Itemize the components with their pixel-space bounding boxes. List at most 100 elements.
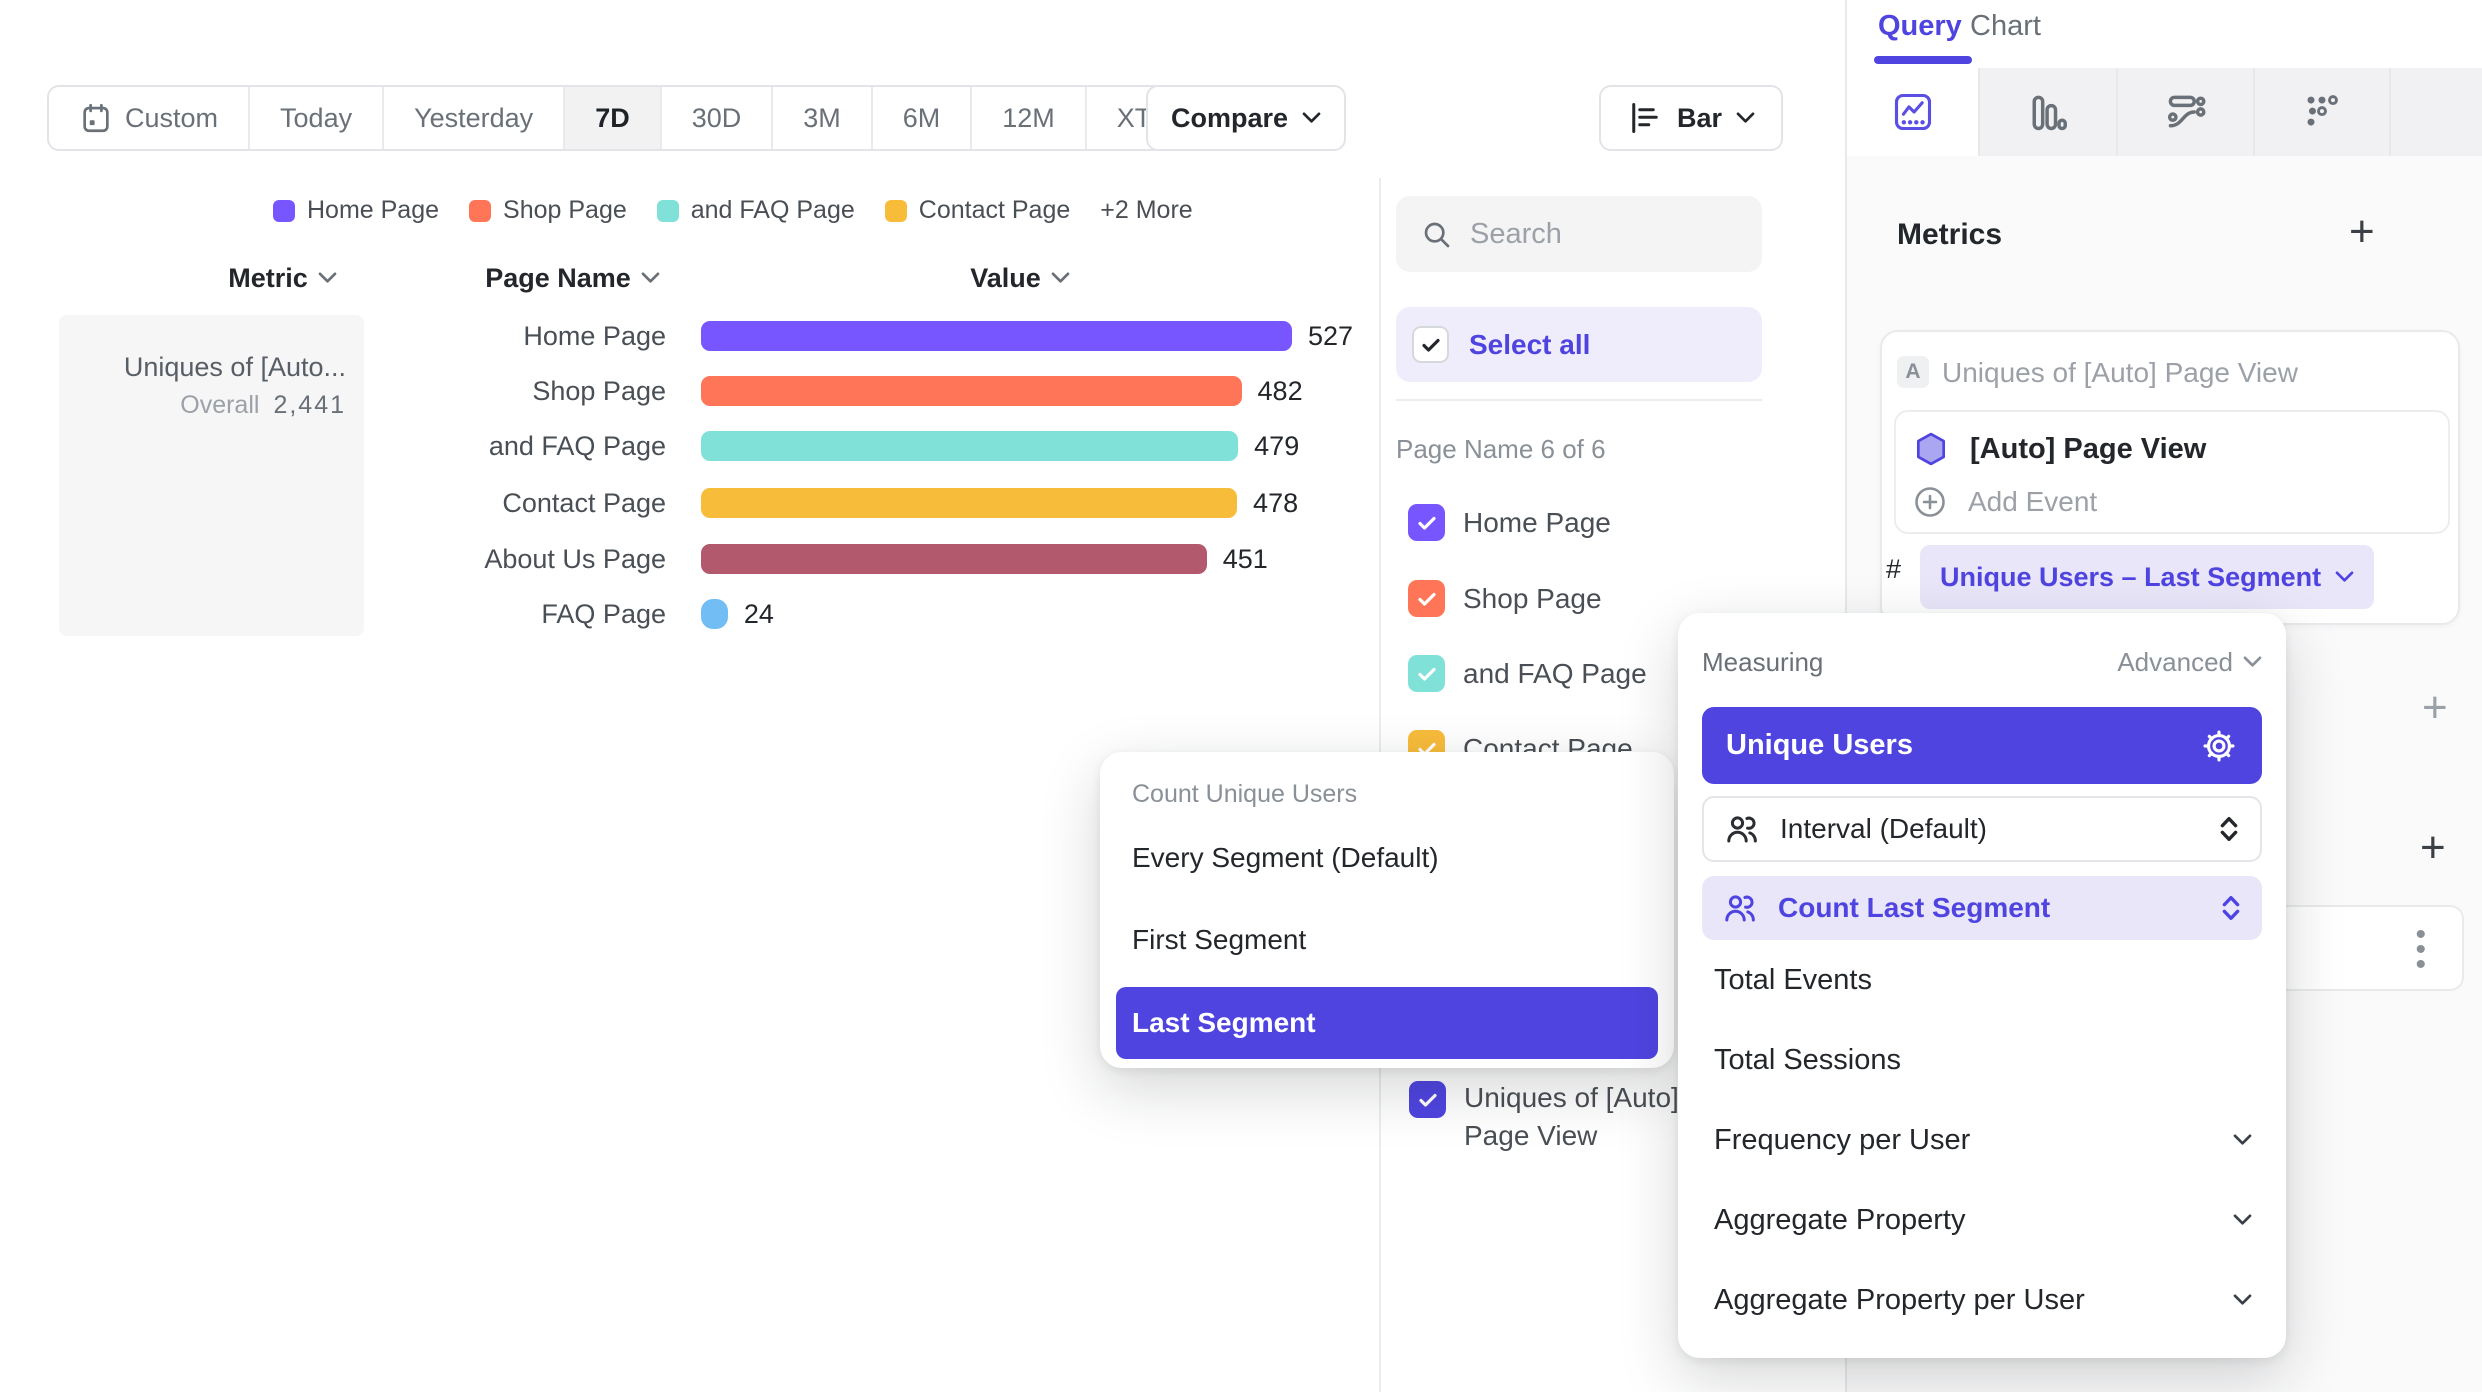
calendar-icon: [79, 101, 113, 135]
gear-icon[interactable]: [2200, 727, 2238, 765]
interval-option-row[interactable]: Interval (Default): [1702, 796, 2262, 862]
column-header-metric[interactable]: Metric: [170, 260, 395, 296]
metric-summary-cell[interactable]: Uniques of [Auto... Overall2,441: [59, 315, 364, 636]
select-all-checkbox[interactable]: Select all: [1396, 307, 1762, 382]
add-metric-button[interactable]: +: [2349, 212, 2375, 252]
measure-option-frequency-per-user[interactable]: Frequency per User: [1702, 1100, 2262, 1180]
aggregation-dropdown[interactable]: Unique Users – Last Segment: [1920, 545, 2374, 609]
chart-type-tab-line[interactable]: [1847, 68, 1978, 156]
flow-chart-icon: [2164, 90, 2208, 134]
advanced-dropdown[interactable]: Advanced: [2117, 647, 2262, 678]
legend-item[interactable]: Shop Page: [469, 196, 627, 225]
chart-type-label: Bar: [1677, 103, 1722, 134]
date-preset-label: 6M: [903, 103, 941, 134]
checkbox-icon: [1409, 1081, 1446, 1118]
measure-option-aggregate-property-per-user[interactable]: Aggregate Property per User: [1702, 1260, 2262, 1340]
column-header-value[interactable]: Value: [910, 260, 1130, 296]
legend-item[interactable]: Contact Page: [885, 196, 1071, 225]
add-filter-button[interactable]: +: [2422, 688, 2448, 728]
date-preset-12m[interactable]: 12M: [972, 87, 1087, 149]
tab-query[interactable]: Query: [1878, 10, 1962, 43]
measure-unique-users-selected[interactable]: Unique Users: [1702, 707, 2262, 784]
filter-item-home-page[interactable]: Home Page: [1408, 504, 1611, 541]
checkbox-icon: [1408, 655, 1445, 692]
tab-chart[interactable]: Chart: [1970, 10, 2041, 43]
circle-plus-icon: [1912, 484, 1948, 520]
measure-option-aggregate-property[interactable]: Aggregate Property: [1702, 1180, 2262, 1260]
chart-type-strip: [1847, 68, 2482, 156]
legend-item[interactable]: Home Page: [273, 196, 439, 225]
column-header-page-name[interactable]: Page Name: [455, 260, 690, 296]
measuring-title: Measuring: [1702, 647, 1823, 678]
chart-type-tab-flow[interactable]: [2116, 68, 2253, 156]
stepper-icon[interactable]: [2220, 893, 2242, 923]
bar-category-label: Home Page: [346, 321, 666, 351]
chevron-down-icon: [1302, 112, 1321, 124]
column-label: Value: [970, 263, 1041, 294]
menu-item-first-segment[interactable]: First Segment: [1116, 905, 1658, 975]
filter-item-uniques-metric[interactable]: Uniques of [Auto] Page View: [1409, 1081, 1724, 1155]
chart-type-tab-retention[interactable]: [2253, 68, 2389, 156]
count-last-segment-row[interactable]: Count Last Segment: [1702, 876, 2262, 940]
menu-item-last-segment[interactable]: Last Segment: [1116, 987, 1658, 1059]
date-preset-yesterday[interactable]: Yesterday: [384, 87, 565, 149]
chevron-down-icon: [2233, 1214, 2252, 1226]
date-preset-label: 12M: [1002, 103, 1055, 134]
option-label: Aggregate Property: [1714, 1204, 1965, 1237]
measure-option-total-events[interactable]: Total Events: [1702, 940, 2262, 1020]
bar[interactable]: [701, 488, 1237, 518]
bar[interactable]: [701, 544, 1207, 574]
event-row[interactable]: [Auto] Page View: [1912, 430, 2206, 468]
search-input[interactable]: Search: [1396, 196, 1762, 272]
filter-item-shop-page[interactable]: Shop Page: [1408, 580, 1602, 617]
bar-chart-icon: [2026, 90, 2070, 134]
date-preset-label: 3M: [803, 103, 841, 134]
checkbox-icon: [1408, 504, 1445, 541]
compare-button[interactable]: Compare: [1146, 85, 1346, 151]
bar-category-label: Contact Page: [346, 488, 666, 518]
measuring-header: Measuring Advanced: [1702, 645, 2262, 679]
option-label: Total Events: [1714, 964, 1872, 997]
date-preset-custom[interactable]: Custom: [49, 87, 250, 149]
bar[interactable]: [701, 431, 1238, 461]
filter-item-and-faq-page[interactable]: and FAQ Page: [1408, 655, 1647, 692]
date-preset-30d[interactable]: 30D: [662, 87, 774, 149]
add-breakdown-button[interactable]: +: [2420, 828, 2446, 868]
legend-label: Contact Page: [919, 196, 1071, 225]
horizontal-bar-chart-icon: [1627, 100, 1663, 136]
legend-item[interactable]: and FAQ Page: [657, 196, 855, 225]
legend-label: and FAQ Page: [691, 196, 855, 225]
date-preset-3m[interactable]: 3M: [773, 87, 873, 149]
chart-type-tab-bar[interactable]: [1978, 68, 2116, 156]
bar-value-label: 451: [1223, 544, 1268, 574]
chart-type-tab-more[interactable]: [2389, 68, 2482, 156]
bar-value-label: 527: [1308, 321, 1353, 351]
chart-type-button[interactable]: Bar: [1599, 85, 1783, 151]
bar[interactable]: [701, 599, 728, 629]
chevron-down-icon: [2335, 571, 2354, 583]
metric-card[interactable]: A Uniques of [Auto] Page View [Auto] Pag…: [1880, 330, 2460, 625]
date-preset-6m[interactable]: 6M: [873, 87, 973, 149]
metric-name: Uniques of [Auto...: [59, 349, 346, 385]
date-preset-label: Custom: [125, 103, 218, 134]
add-event-row[interactable]: Add Event: [1912, 484, 2097, 520]
bar-value-label: 24: [744, 599, 774, 629]
menu-title: Count Unique Users: [1132, 780, 1658, 809]
kebab-menu-icon[interactable]: •••: [2415, 927, 2426, 972]
filter-item-label: Shop Page: [1463, 580, 1602, 617]
users-icon: [1724, 811, 1760, 847]
measure-option-total-sessions[interactable]: Total Sessions: [1702, 1020, 2262, 1100]
menu-item-every-segment[interactable]: Every Segment (Default): [1116, 823, 1658, 893]
metric-card-name: Uniques of [Auto] Page View: [1942, 357, 2298, 389]
active-tab-underline: [1874, 56, 1972, 64]
bar[interactable]: [701, 321, 1292, 351]
event-name: [Auto] Page View: [1970, 433, 2206, 466]
mixpanel-insights-app: Custom Today Yesterday 7D 30D 3M 6M 12M …: [0, 0, 2482, 1392]
bar[interactable]: [701, 376, 1242, 406]
date-preset-today[interactable]: Today: [250, 87, 384, 149]
legend-more[interactable]: +2 More: [1100, 196, 1192, 225]
stepper-icon[interactable]: [2218, 814, 2240, 844]
date-preset-7d[interactable]: 7D: [565, 87, 662, 149]
unique-users-label: Unique Users: [1726, 729, 1913, 762]
chevron-down-icon: [641, 272, 660, 284]
